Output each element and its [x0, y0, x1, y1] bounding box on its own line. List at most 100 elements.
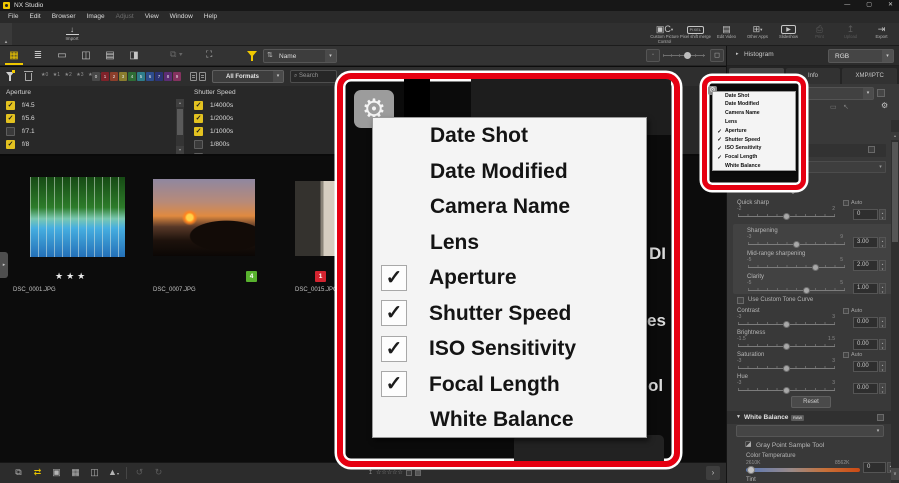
color-temperature-slider[interactable]: [746, 468, 860, 472]
auto-checkbox[interactable]: [843, 200, 849, 206]
menu-item-focal-length[interactable]: ✓Focal Length: [713, 154, 795, 163]
menu-edit[interactable]: Edit: [29, 13, 40, 20]
grid-display-icon[interactable]: ▦: [69, 466, 82, 479]
scroll-up-icon[interactable]: ▴: [176, 99, 184, 107]
menu-item-camera-name[interactable]: Camera Name: [713, 110, 795, 119]
view-image-filmstrip-icon[interactable]: ◫: [78, 49, 94, 62]
tool-export[interactable]: ⇥Export: [866, 24, 897, 46]
filter-item[interactable]: 1/800s: [188, 138, 338, 151]
menu-item-camera-name[interactable]: Camera Name: [373, 189, 646, 225]
spinner-icon[interactable]: ▴▾: [879, 283, 886, 294]
filter-item[interactable]: ✓f/8: [0, 138, 176, 151]
menu-item-white-balance[interactable]: White Balance: [713, 162, 795, 171]
import-button[interactable]: ↓ Import: [52, 25, 92, 45]
pointer-tool-icon[interactable]: ↖: [843, 104, 849, 112]
view-thumbnail-grid-icon[interactable]: ▦: [6, 49, 22, 62]
auto-checkbox[interactable]: [843, 352, 849, 358]
menu-adjust[interactable]: Adjust: [116, 13, 134, 20]
tool-pixel-shift-merge[interactable]: PIXELPixel shift merge: [680, 24, 711, 46]
checkbox-checked[interactable]: ✓: [381, 265, 407, 291]
thumbnail-size-large-button[interactable]: ◻: [710, 49, 724, 62]
filter-checkbox[interactable]: ✓: [6, 101, 15, 110]
spinner-icon[interactable]: ▴▾: [879, 237, 886, 248]
slider-value[interactable]: 0.00: [853, 317, 878, 328]
preset-checkbox[interactable]: [877, 89, 885, 97]
slider-value[interactable]: 0.00: [853, 383, 878, 394]
filter-checkbox[interactable]: [194, 140, 203, 149]
split-display-icon[interactable]: ◫: [88, 466, 101, 479]
rating-filter-0[interactable]: ★0: [41, 73, 48, 79]
histogram-display-icon[interactable]: ▲▾: [107, 466, 120, 479]
raw-format-icon[interactable]: [190, 72, 197, 81]
formats-dropdown[interactable]: All Formats ▾: [212, 70, 284, 83]
checkbox-checked[interactable]: ✓: [716, 146, 723, 152]
menu-item-lens[interactable]: Lens: [373, 225, 646, 261]
palette-expand-tab[interactable]: ▸: [0, 252, 8, 278]
spinner-icon[interactable]: ▴▾: [879, 339, 886, 350]
menu-item-iso-sensitivity[interactable]: ✓ISO Sensitivity: [713, 145, 795, 154]
menu-item-date-modified[interactable]: Date Modified: [373, 154, 646, 190]
tool-custom-picture-control[interactable]: ▣C▾Custom Picture Control: [649, 24, 680, 46]
filter-scrollbar[interactable]: ▴ ▾: [176, 99, 184, 154]
menu-item-aperture[interactable]: ✓Aperture: [713, 127, 795, 136]
menu-item-iso-sensitivity[interactable]: ✓ISO Sensitivity: [373, 331, 646, 367]
menu-item-shutter-speed[interactable]: ✓Shutter Speed: [373, 296, 646, 332]
filter-item[interactable]: ✓1/2000s: [188, 112, 338, 125]
gray-point-sample-icon[interactable]: ◪: [745, 441, 752, 449]
label-chip-7[interactable]: 7: [155, 72, 163, 81]
menu-file[interactable]: File: [8, 13, 18, 20]
label-chip-9[interactable]: 9: [173, 72, 181, 81]
histogram-header[interactable]: ▸ Histogram RGB ▾: [727, 46, 899, 66]
slider-handle[interactable]: [793, 241, 800, 248]
color-temperature-value[interactable]: 0: [863, 462, 886, 473]
label-box2-icon[interactable]: [415, 470, 421, 476]
pick-icon[interactable]: ↥: [368, 470, 373, 477]
white-balance-header[interactable]: ▼ White Balance RAW: [727, 411, 899, 424]
filter-checkbox[interactable]: ✓: [6, 114, 15, 123]
sort-direction-icon[interactable]: ⇄: [31, 466, 44, 479]
checkbox-checked[interactable]: ✓: [716, 129, 723, 135]
menu-item-date-shot[interactable]: Date Shot: [713, 92, 795, 101]
slider-handle[interactable]: [783, 321, 790, 328]
view-image-viewer-icon[interactable]: ▭: [54, 49, 70, 62]
slider-value[interactable]: 0.00: [853, 361, 878, 372]
slider-value[interactable]: 3.00: [853, 237, 878, 248]
slider-value[interactable]: 0.00: [853, 339, 878, 350]
auto-option[interactable]: Auto: [843, 308, 862, 314]
slider-track[interactable]: [748, 267, 845, 268]
channel-dropdown[interactable]: RGB ▾: [828, 49, 894, 63]
menu-item-aperture[interactable]: ✓Aperture: [373, 260, 646, 296]
slider-handle[interactable]: [783, 387, 790, 394]
checkbox-checked[interactable]: ✓: [381, 371, 407, 397]
thumbnail-overlay-icon[interactable]: ⧉: [12, 466, 25, 479]
fullscreen-icon[interactable]: ⛶: [206, 50, 212, 60]
spinner-icon[interactable]: ▴▾: [879, 383, 886, 394]
tab-xmp-iptc[interactable]: XMP/IPTC: [842, 68, 897, 84]
next-image-button[interactable]: ›: [706, 466, 720, 480]
view-thumbnail-list-icon[interactable]: ≣: [30, 49, 46, 62]
minimize-icon[interactable]: —: [844, 2, 850, 9]
scroll-up-icon[interactable]: ▴: [891, 132, 899, 140]
label-chip-6[interactable]: 6: [146, 72, 154, 81]
frame-number-icon[interactable]: ▣: [50, 466, 63, 479]
menu-item-date-shot[interactable]: Date Shot: [373, 118, 646, 154]
jpeg-format-icon[interactable]: [199, 72, 206, 81]
star-rating-control[interactable]: ☆☆☆☆☆: [376, 470, 403, 477]
search-input[interactable]: ⌕ Search: [290, 70, 337, 83]
slider-value[interactable]: 2.00: [853, 260, 878, 271]
scroll-bottom-icon[interactable]: ∨: [891, 468, 899, 480]
filter-item[interactable]: ✓1/1000s: [188, 125, 338, 138]
slider-handle[interactable]: [803, 287, 810, 294]
scroll-down-icon[interactable]: ▾: [176, 146, 184, 154]
slider-handle[interactable]: [783, 213, 790, 220]
slider-handle[interactable]: [783, 365, 790, 372]
menu-item-date-modified[interactable]: Date Modified: [713, 101, 795, 110]
gear-icon[interactable]: ⚙: [881, 102, 888, 111]
filter-item[interactable]: ✓f/5.6: [0, 112, 176, 125]
view-image-info-icon[interactable]: ◨: [126, 49, 142, 62]
slider-track[interactable]: [748, 290, 845, 291]
slider-handle[interactable]: [812, 264, 819, 271]
checkbox-checked[interactable]: ✓: [716, 155, 723, 161]
menu-item-focal-length[interactable]: ✓Focal Length: [373, 367, 646, 403]
checkbox-checked[interactable]: ✓: [381, 336, 407, 362]
